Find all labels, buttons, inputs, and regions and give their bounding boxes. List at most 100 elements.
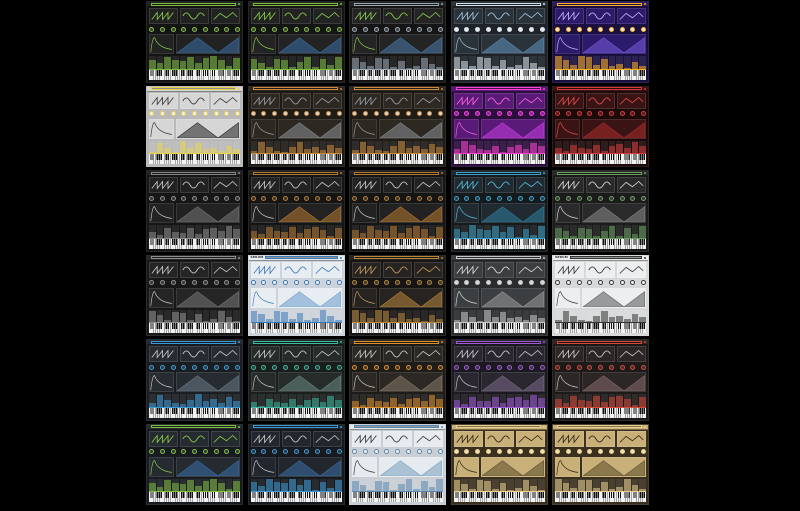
mod-slider[interactable] — [218, 394, 225, 407]
piano-keyboard[interactable] — [352, 491, 443, 502]
noise-panel[interactable] — [312, 430, 342, 447]
menu-icon[interactable] — [441, 87, 443, 90]
knob[interactable] — [181, 26, 187, 32]
mod-slider[interactable] — [593, 309, 601, 323]
mod-slider[interactable] — [484, 394, 491, 407]
oscillator-panel[interactable] — [281, 346, 311, 362]
lfo-panel[interactable] — [379, 372, 443, 392]
lfo-panel[interactable] — [379, 34, 443, 54]
envelope-panel[interactable] — [352, 287, 378, 308]
noise-panel[interactable] — [617, 92, 646, 109]
knob[interactable] — [304, 195, 310, 201]
envelope-panel[interactable] — [555, 456, 581, 477]
mod-slider[interactable] — [468, 394, 476, 407]
mod-slider[interactable] — [187, 394, 195, 407]
mod-slider[interactable] — [164, 225, 172, 238]
mod-slider[interactable] — [327, 140, 334, 154]
menu-icon[interactable] — [542, 87, 545, 90]
mod-slider[interactable] — [225, 56, 233, 69]
mod-slider[interactable] — [210, 309, 218, 323]
mod-slider[interactable] — [468, 225, 476, 238]
skin-thumbnail[interactable] — [146, 339, 243, 421]
preset-display[interactable] — [557, 2, 642, 6]
mod-slider[interactable] — [421, 225, 428, 238]
preset-display[interactable] — [354, 256, 439, 259]
mod-slider[interactable] — [601, 394, 608, 407]
oscillator-panel[interactable] — [383, 8, 412, 24]
mod-slider[interactable] — [499, 56, 507, 69]
mod-slider[interactable] — [398, 309, 405, 323]
knob[interactable] — [496, 26, 502, 32]
oscillator-panel[interactable] — [180, 261, 209, 278]
knob[interactable] — [598, 111, 603, 116]
piano-keyboard[interactable] — [453, 68, 545, 80]
mod-slider[interactable] — [334, 56, 342, 69]
mod-slider[interactable] — [281, 478, 288, 492]
knob[interactable] — [485, 280, 491, 285]
mod-slider[interactable] — [352, 225, 359, 238]
mod-slider[interactable] — [390, 225, 398, 238]
mod-slider[interactable] — [484, 309, 491, 323]
knob[interactable] — [362, 449, 368, 454]
mod-slider[interactable] — [296, 56, 304, 69]
knob[interactable] — [528, 449, 534, 454]
mod-slider[interactable] — [179, 225, 187, 238]
mod-slider[interactable] — [461, 140, 468, 154]
knob[interactable] — [475, 26, 480, 32]
knob[interactable] — [272, 195, 277, 201]
mod-slider[interactable] — [233, 478, 241, 492]
knob[interactable] — [485, 449, 491, 454]
noise-panel[interactable] — [414, 92, 443, 109]
knob[interactable] — [304, 364, 310, 370]
lfo-panel[interactable] — [480, 287, 545, 308]
mod-slider[interactable] — [382, 140, 390, 154]
knob[interactable] — [202, 449, 208, 454]
knob[interactable] — [438, 26, 443, 32]
knob[interactable] — [395, 364, 400, 370]
noise-panel[interactable] — [617, 346, 646, 362]
knob[interactable] — [485, 111, 491, 116]
knob[interactable] — [315, 364, 320, 370]
mod-slider[interactable] — [537, 225, 545, 238]
mod-slider[interactable] — [288, 394, 296, 407]
piano-keyboard[interactable] — [149, 237, 240, 249]
lfo-panel[interactable] — [277, 34, 342, 54]
piano-keyboard[interactable] — [352, 322, 443, 333]
oscillator-panel[interactable] — [149, 261, 178, 278]
knob[interactable] — [170, 449, 176, 454]
oscillator-panel[interactable] — [281, 261, 311, 278]
mod-slider[interactable] — [428, 140, 436, 154]
piano-keyboard[interactable] — [453, 322, 545, 333]
mod-slider[interactable] — [631, 478, 639, 492]
mod-slider[interactable] — [624, 56, 631, 69]
mod-slider[interactable] — [522, 394, 530, 407]
mod-slider[interactable] — [631, 56, 639, 69]
mod-slider[interactable] — [233, 225, 241, 238]
mod-slider[interactable] — [225, 394, 233, 407]
envelope-panel[interactable] — [555, 34, 581, 54]
oscillator-panel[interactable] — [586, 177, 615, 193]
mod-slider[interactable] — [639, 394, 647, 407]
mod-slider[interactable] — [359, 140, 367, 154]
knob[interactable] — [159, 195, 165, 201]
envelope-panel[interactable] — [149, 287, 175, 308]
mod-slider[interactable] — [258, 478, 265, 492]
skin-thumbnail[interactable] — [450, 170, 548, 252]
mod-slider[interactable] — [491, 394, 499, 407]
knob[interactable] — [395, 111, 400, 116]
menu-icon[interactable] — [238, 256, 240, 259]
mod-slider[interactable] — [530, 56, 537, 69]
knob[interactable] — [282, 195, 288, 201]
mod-slider[interactable] — [225, 478, 233, 492]
mod-slider[interactable] — [187, 225, 195, 238]
mod-slider[interactable] — [608, 309, 616, 323]
knob[interactable] — [159, 364, 165, 370]
oscillator-panel[interactable] — [149, 346, 178, 362]
mod-slider[interactable] — [421, 140, 428, 154]
piano-keyboard[interactable] — [453, 491, 545, 502]
knob[interactable] — [630, 111, 636, 116]
knob[interactable] — [619, 26, 625, 32]
mod-slider[interactable] — [265, 478, 273, 492]
mod-slider[interactable] — [514, 56, 522, 69]
mod-slider[interactable] — [436, 309, 444, 323]
